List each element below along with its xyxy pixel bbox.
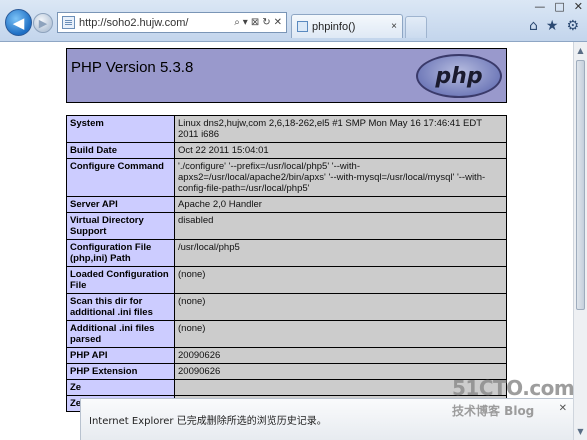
php-logo-text: php xyxy=(435,63,483,89)
forward-arrow-icon: ▶ xyxy=(38,16,48,30)
table-row: Scan this dir for additional .ini files(… xyxy=(66,293,507,321)
directive-value: (none) xyxy=(174,293,507,321)
directive-value: './configure' '--prefix=/usr/local/php5'… xyxy=(174,158,507,197)
directive-name: Build Date xyxy=(66,142,175,159)
directive-value: (none) xyxy=(174,266,507,294)
watermark-logo: 51CTO.com xyxy=(452,376,575,400)
tab-phpinfo[interactable]: phpinfo() × xyxy=(291,14,403,38)
directive-name: Virtual Directory Support xyxy=(66,212,175,240)
table-row: Build Date Oct 22 2011 15:04:01 xyxy=(66,142,507,159)
scroll-thumb[interactable] xyxy=(576,60,585,310)
table-row: Configure Command './configure' '--prefix… xyxy=(66,158,507,197)
directive-name: Ze xyxy=(66,379,175,396)
table-row: Server API Apache 2,0 Handler xyxy=(66,196,507,213)
address-url[interactable]: http://soho2.hujw.com/ xyxy=(79,17,188,29)
close-icon[interactable]: ✕ xyxy=(574,0,583,13)
new-tab-button[interactable] xyxy=(405,16,427,38)
maximize-icon[interactable]: □ xyxy=(554,0,564,13)
table-row: PHP Extension 20090626 xyxy=(66,363,507,380)
directive-value: Linux dns2,hujw,com 2,6,18-262,el5 #1 SM… xyxy=(174,115,507,143)
search-icon[interactable]: ⌕ xyxy=(234,17,240,28)
page-title: PHP Version 5.3.8 xyxy=(71,59,194,76)
dropdown-icon[interactable]: ▾ xyxy=(243,17,248,28)
directive-name: Server API xyxy=(66,196,175,213)
tab-page-icon xyxy=(297,21,308,32)
tools-gear-icon[interactable]: ⚙ xyxy=(566,18,579,34)
table-row: Ze xyxy=(66,379,507,396)
directive-value: (none) xyxy=(174,320,507,348)
scroll-up-icon[interactable]: ▲ xyxy=(575,44,586,57)
directive-name: Scan this dir for additional .ini files xyxy=(66,293,175,321)
watermark: 51CTO.com 技术博客 Blog xyxy=(452,376,582,436)
tab-close-icon[interactable]: × xyxy=(391,21,397,32)
notification-message: Internet Explorer 已完成删除所选的浏览历史记录。 xyxy=(89,416,327,427)
directive-value: Apache 2,0 Handler xyxy=(174,196,507,213)
minimize-icon[interactable]: — xyxy=(534,0,545,13)
table-row: Loaded Configuration File (none) xyxy=(66,266,507,294)
table-row: System Linux dns2,hujw,com 2,6,18-262,el5… xyxy=(66,115,507,143)
phpinfo-table: System Linux dns2,hujw,com 2,6,18-262,el5… xyxy=(66,115,507,412)
home-icon[interactable]: ⌂ xyxy=(529,18,538,34)
directive-value: /usr/local/php5 xyxy=(174,239,507,267)
address-tools: ⌕ ▾ ⊠ ↻ ✕ xyxy=(234,17,282,28)
browser-toolbar: ◀ ▶ http://soho2.hujw.com/ ⌕ ▾ ⊠ ↻ ✕ php… xyxy=(0,0,587,42)
php-header: PHP Version 5.3.8 php xyxy=(66,48,507,103)
table-row: Additional .ini files parsed (none) xyxy=(66,320,507,348)
forward-button[interactable]: ▶ xyxy=(33,13,53,33)
directive-name: PHP API xyxy=(66,347,175,364)
table-row: PHP API 20090626 xyxy=(66,347,507,364)
directive-name: Additional .ini files parsed xyxy=(66,320,175,348)
directive-name: Configuration File (php,ini) Path xyxy=(66,239,175,267)
directive-value: 20090626 xyxy=(174,347,507,364)
directive-name: System xyxy=(66,115,175,143)
directive-name: Configure Command xyxy=(66,158,175,197)
watermark-caption: 技术博客 Blog xyxy=(452,404,535,418)
table-row: Configuration File (php,ini) Path/usr/lo… xyxy=(66,239,507,267)
favorites-star-icon[interactable]: ★ xyxy=(546,18,559,34)
table-row: Virtual Directory Support disabled xyxy=(66,212,507,240)
refresh-icon[interactable]: ↻ xyxy=(262,17,270,28)
stop-icon[interactable]: ✕ xyxy=(274,17,282,28)
directive-value: disabled xyxy=(174,212,507,240)
directive-value: Oct 22 2011 15:04:01 xyxy=(174,142,507,159)
window-controls: — □ ✕ xyxy=(534,0,583,13)
command-icons: ⌂ ★ ⚙ xyxy=(529,18,579,34)
page-icon xyxy=(62,16,75,29)
address-bar[interactable]: http://soho2.hujw.com/ ⌕ ▾ ⊠ ↻ ✕ xyxy=(57,12,287,33)
directive-name: PHP Extension xyxy=(66,363,175,380)
back-button[interactable]: ◀ xyxy=(5,9,32,36)
compatibility-icon[interactable]: ⊠ xyxy=(251,17,259,28)
php-logo[interactable]: php xyxy=(416,54,502,98)
directive-name: Loaded Configuration File xyxy=(66,266,175,294)
tab-title: phpinfo() xyxy=(312,20,356,33)
back-arrow-icon: ◀ xyxy=(12,13,25,32)
